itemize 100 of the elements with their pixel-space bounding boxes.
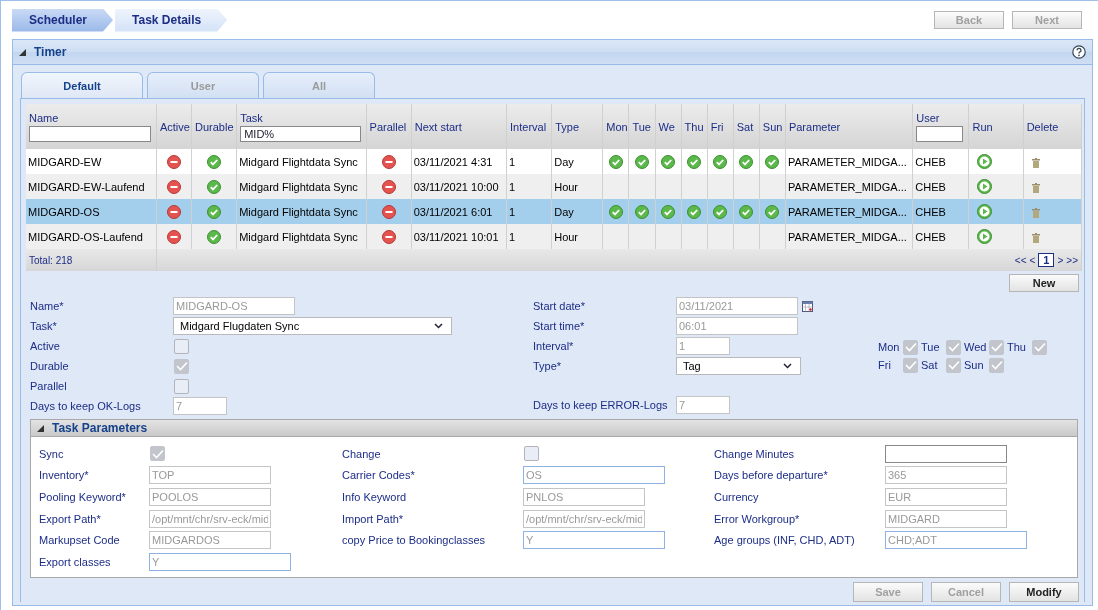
- table-row[interactable]: MIDGARD-EW Midgard Flightdata Sync 03/11/2021 4:31 1 Day PARAMETER_MIDGA... CHEB: [26, 149, 1082, 174]
- tab[interactable]: Default: [21, 72, 143, 98]
- pager-link[interactable]: >>: [1066, 254, 1078, 266]
- trash-icon[interactable]: [1031, 157, 1040, 168]
- check-icon: [1033, 342, 1046, 352]
- checkbox[interactable]: [174, 338, 189, 354]
- play-icon[interactable]: [977, 204, 993, 219]
- table-cell: MIDGARD-EW-Laufend: [28, 180, 145, 193]
- section-title: Task Parameters: [52, 421, 148, 435]
- play-icon[interactable]: [977, 154, 993, 169]
- checkbox[interactable]: [946, 357, 961, 373]
- field-label: Days to keep ERROR-Logs: [533, 399, 669, 411]
- breadcrumb-tab[interactable]: Scheduler: [12, 8, 114, 32]
- table-cell: 1: [509, 155, 516, 168]
- field-label: Info Keyword: [342, 491, 408, 503]
- input-field[interactable]: [885, 444, 1007, 463]
- table-cell: Day: [554, 205, 574, 218]
- field-label: Start time*: [533, 320, 586, 332]
- check-icon: [175, 361, 188, 371]
- trash-icon[interactable]: [1031, 232, 1040, 243]
- check-icon: [151, 448, 164, 459]
- field-label: Change Minutes: [714, 447, 796, 460]
- day-label: Mon: [878, 341, 900, 353]
- filter-field[interactable]: [29, 125, 151, 142]
- checkbox[interactable]: [989, 357, 1004, 373]
- day-label: Sun: [964, 359, 985, 371]
- column-header[interactable]: Parameter: [788, 120, 841, 133]
- field-label: Type*: [533, 360, 563, 372]
- checkbox[interactable]: [903, 339, 918, 355]
- checkbox[interactable]: [174, 358, 189, 374]
- column-header[interactable]: Next start: [414, 120, 462, 133]
- field-label: Sync: [39, 447, 65, 460]
- pager-link[interactable]: <: [1029, 254, 1036, 266]
- table-cell: 1: [509, 205, 516, 218]
- filter-field[interactable]: MID%: [240, 125, 361, 142]
- field-label: Task*: [30, 320, 58, 332]
- check-icon: [990, 342, 1003, 352]
- filter-field[interactable]: [916, 125, 964, 142]
- table-cell: CHEB: [915, 230, 946, 243]
- checkbox[interactable]: [150, 446, 165, 462]
- trash-icon[interactable]: [1031, 207, 1040, 218]
- table-row[interactable]: MIDGARD-OS-Laufend Midgard Flightdata Sync 03/11/2021 10:01 1 Hour PARAMETER_MIDGA... CHEB: [26, 224, 1082, 249]
- column-header[interactable]: Sat: [736, 120, 754, 133]
- column-header[interactable]: We: [658, 120, 675, 133]
- help-icon[interactable]: [1072, 45, 1086, 59]
- day-label: Fri: [878, 359, 892, 371]
- table-cell: CHEB: [915, 180, 946, 193]
- trash-icon[interactable]: [1031, 182, 1040, 193]
- table-cell: MIDGARD-EW: [28, 155, 102, 168]
- pager-link[interactable]: >: [1057, 254, 1064, 266]
- dropdown[interactable]: Tag: [676, 357, 801, 375]
- table-cell: 03/11/2021 6:01: [413, 205, 493, 218]
- new-button[interactable]: New: [1009, 274, 1079, 292]
- dropdown[interactable]: Midgard Flugdaten Sync: [173, 317, 452, 335]
- table-cell: CHEB: [915, 205, 946, 218]
- field-label: Interval*: [533, 340, 575, 352]
- table-cell: 03/11/2021 10:00: [413, 180, 499, 193]
- table-cell: Midgard Flightdata Sync: [239, 205, 358, 218]
- table-row[interactable]: MIDGARD-EW-Laufend Midgard Flightdata Sync 03/11/2021 10:00 1 Hour PARAMETER_MIDGA... CHEB: [26, 174, 1082, 199]
- breadcrumb-tab[interactable]: Task Details: [115, 8, 228, 32]
- field-label: Markupset Code: [39, 534, 121, 547]
- table-row[interactable]: MIDGARD-OS Midgard Flightdata Sync 03/11/2021 6:01 1 Day PARAMETER_MIDGA... CHEB: [26, 199, 1082, 224]
- play-icon[interactable]: [977, 229, 993, 244]
- play-icon[interactable]: [977, 179, 993, 194]
- panel-title: Timer: [34, 45, 68, 59]
- table-cell: 1: [509, 230, 516, 243]
- checkbox[interactable]: [174, 378, 189, 394]
- checkbox[interactable]: [989, 339, 1004, 355]
- field-label: Durable: [30, 360, 70, 372]
- table-cell: 1: [509, 180, 516, 193]
- column-header[interactable]: Fri: [710, 120, 724, 133]
- check-icon: [904, 360, 917, 370]
- field-label: Parallel: [30, 380, 68, 392]
- checkbox[interactable]: [903, 357, 918, 373]
- pager-link[interactable]: <<: [1014, 254, 1027, 266]
- table-cell: Midgard Flightdata Sync: [239, 155, 358, 168]
- checkbox[interactable]: [524, 446, 539, 462]
- pager-link[interactable]: 1: [1038, 253, 1055, 267]
- modify-button[interactable]: Modify: [1009, 581, 1079, 602]
- table-cell: PARAMETER_MIDGA...: [787, 180, 907, 193]
- field-label: Change: [342, 447, 382, 460]
- column-header[interactable]: Type: [555, 120, 580, 133]
- field-label: Age groups (INF, CHD, ADT): [714, 534, 856, 547]
- table-cell: PARAMETER_MIDGA...: [787, 230, 907, 243]
- check-icon: [904, 342, 917, 352]
- column-header[interactable]: Task: [240, 111, 363, 124]
- calendar-icon: [802, 300, 813, 312]
- table-cell: CHEB: [915, 155, 946, 168]
- check-icon: [990, 360, 1003, 370]
- field-label: Error Workgroup*: [714, 512, 801, 525]
- column-header[interactable]: Run: [972, 120, 993, 133]
- day-label: Thu: [1007, 341, 1027, 353]
- field-label: Days to keep OK-Logs: [30, 400, 142, 412]
- check-icon: [947, 360, 960, 370]
- checkbox[interactable]: [1032, 339, 1047, 355]
- day-label: Wed: [964, 341, 986, 353]
- table-cell: MIDGARD-OS-Laufend: [28, 230, 143, 243]
- table-cell: 03/11/2021 10:01: [413, 230, 499, 243]
- checkbox[interactable]: [946, 339, 961, 355]
- column-header[interactable]: Delete: [1026, 120, 1059, 133]
